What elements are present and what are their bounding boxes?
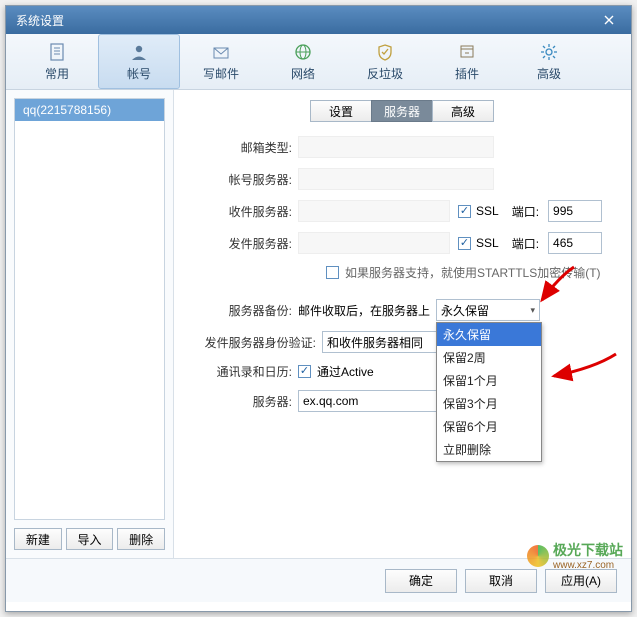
import-account-button[interactable]: 导入	[66, 528, 114, 550]
dropdown-option[interactable]: 永久保留	[437, 323, 541, 346]
tab-compose[interactable]: 写邮件	[180, 34, 262, 89]
watermark-name: 极光下载站	[553, 542, 623, 558]
dropdown-option[interactable]: 保留2周	[437, 346, 541, 369]
shield-icon	[376, 41, 394, 63]
backup-prefix-text: 邮件收取后，在服务器上	[298, 302, 430, 319]
new-account-button[interactable]: 新建	[14, 528, 62, 550]
mailbox-type-label: 邮箱类型:	[192, 139, 292, 156]
dropdown-option[interactable]: 保留6个月	[437, 415, 541, 438]
outgoing-server-label: 发件服务器:	[192, 235, 292, 252]
incoming-port-field[interactable]	[548, 200, 602, 222]
tab-antispam[interactable]: 反垃圾	[344, 34, 426, 89]
port-label: 端口:	[512, 203, 539, 220]
watermark-logo-icon	[527, 545, 549, 567]
globe-icon	[294, 41, 312, 63]
compose-icon	[212, 41, 230, 63]
account-sidebar: qq(2215788156) 新建 导入 删除	[6, 90, 174, 558]
incoming-ssl-checkbox[interactable]	[458, 205, 471, 218]
dropdown-option[interactable]: 保留3个月	[437, 392, 541, 415]
tab-network[interactable]: 网络	[262, 34, 344, 89]
smtp-auth-label: 发件服务器身份验证:	[192, 334, 316, 351]
file-icon	[49, 41, 65, 63]
contacts-calendar-label: 通讯录和日历:	[192, 363, 292, 380]
sync-server-label: 服务器:	[192, 393, 292, 410]
dropdown-option[interactable]: 保留1个月	[437, 369, 541, 392]
watermark: 极光下载站 www.xz7.com	[527, 540, 623, 571]
ok-button[interactable]: 确定	[385, 569, 457, 593]
drawer-icon	[458, 41, 476, 63]
account-list[interactable]: qq(2215788156)	[14, 98, 165, 520]
account-server-label: 帐号服务器:	[192, 171, 292, 188]
title-bar: 系统设置	[6, 6, 631, 34]
incoming-server-label: 收件服务器:	[192, 203, 292, 220]
dropdown-option[interactable]: 立即删除	[437, 438, 541, 461]
port-label-2: 端口:	[512, 235, 539, 252]
subtab-settings[interactable]: 设置	[310, 100, 372, 122]
gear-icon	[540, 41, 558, 63]
backup-retention-dropdown: 永久保留 保留2周 保留1个月 保留3个月 保留6个月 立即删除	[436, 322, 542, 462]
main-toolbar: 常用 帐号 写邮件 网络 反垃圾 插件 高级	[6, 34, 631, 90]
outgoing-ssl-checkbox[interactable]	[458, 237, 471, 250]
incoming-server-field[interactable]	[298, 200, 450, 222]
ssl-label: SSL	[476, 204, 499, 218]
mailbox-type-field[interactable]	[298, 136, 494, 158]
cancel-button[interactable]: 取消	[465, 569, 537, 593]
window-title: 系统设置	[16, 12, 64, 29]
apply-button[interactable]: 应用(A)	[545, 569, 617, 593]
settings-dialog: 系统设置 常用 帐号 写邮件 网络 反垃圾 插件	[5, 5, 632, 612]
outgoing-server-field[interactable]	[298, 232, 450, 254]
sync-checkbox[interactable]	[298, 365, 311, 378]
starttls-checkbox[interactable]	[326, 266, 339, 279]
person-icon	[130, 41, 148, 63]
tab-common[interactable]: 常用	[16, 34, 98, 89]
server-backup-label: 服务器备份:	[192, 302, 292, 319]
outgoing-port-field[interactable]	[548, 232, 602, 254]
sub-tabs: 设置 服务器 高级	[192, 100, 613, 122]
chevron-down-icon: ▾	[530, 305, 535, 316]
tab-plugin[interactable]: 插件	[426, 34, 508, 89]
tab-advanced[interactable]: 高级	[508, 34, 590, 89]
sync-text: 通过Active	[317, 363, 374, 380]
close-button[interactable]	[597, 11, 621, 29]
subtab-advanced[interactable]: 高级	[432, 100, 494, 122]
backup-retention-select[interactable]: 永久保留 ▾ 永久保留 保留2周 保留1个月 保留3个月 保留6个月 立即删除	[436, 299, 540, 321]
content-pane: 设置 服务器 高级 邮箱类型: 帐号服务器: 收件服务器: SSL 端口:	[174, 90, 631, 558]
watermark-url: www.xz7.com	[553, 560, 623, 571]
subtab-server[interactable]: 服务器	[371, 100, 433, 122]
account-item[interactable]: qq(2215788156)	[15, 99, 164, 121]
tab-account[interactable]: 帐号	[98, 34, 180, 89]
delete-account-button[interactable]: 删除	[117, 528, 165, 550]
ssl-label-2: SSL	[476, 236, 499, 250]
starttls-label: 如果服务器支持，就使用STARTTLS加密传输(T)	[345, 264, 601, 281]
account-server-field[interactable]	[298, 168, 494, 190]
